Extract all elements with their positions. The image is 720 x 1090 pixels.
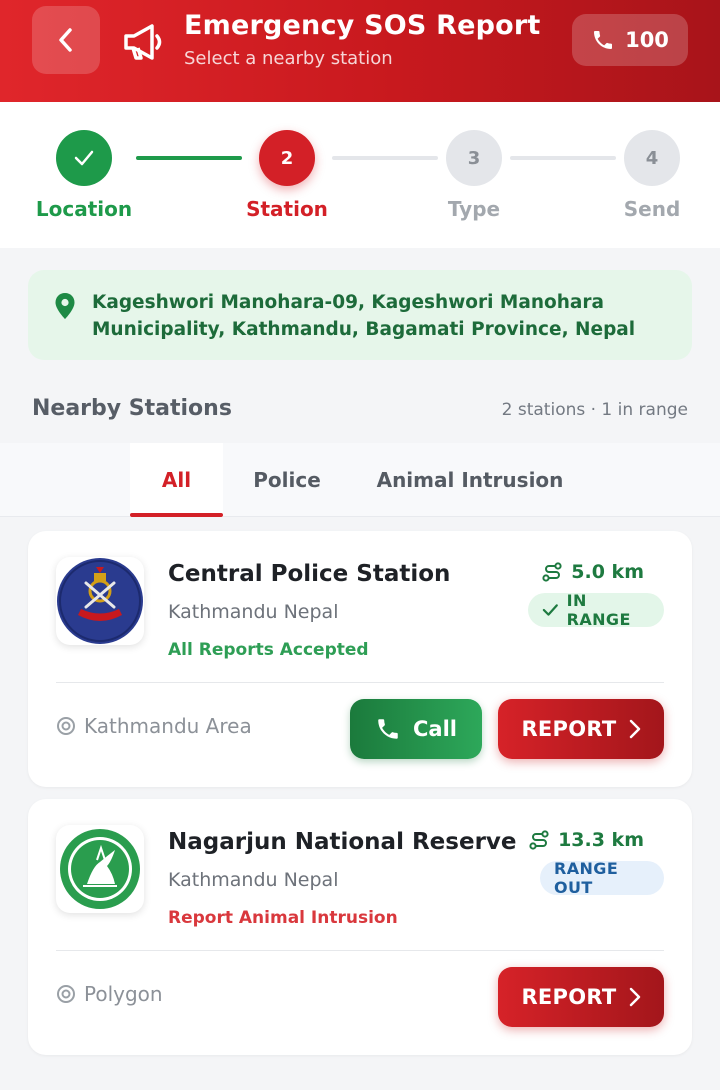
station-status: Report Animal Intrusion: [168, 908, 398, 928]
emergency-number: 100: [625, 28, 669, 52]
current-location-card: Kageshwori Manohara-09, Kageshwori Manoh…: [28, 270, 692, 360]
tab-police[interactable]: Police: [232, 443, 342, 517]
checkmark-icon: [542, 604, 558, 616]
route-icon: [529, 830, 549, 850]
station-card[interactable]: Central Police Station Kathmandu Nepal A…: [28, 531, 692, 787]
chevron-right-icon: [629, 719, 640, 739]
report-station-button[interactable]: REPORT: [498, 967, 664, 1027]
station-filter-tabs: All Police Animal Intrusion: [0, 443, 720, 517]
station-area: Polygon: [56, 982, 163, 1006]
step-2-circle: 2: [259, 130, 315, 186]
location-pin-icon: [55, 293, 75, 319]
app-header: Emergency SOS Report Select a nearby sta…: [0, 0, 720, 102]
target-icon: [57, 985, 75, 1003]
location-address: Kageshwori Manohara-09, Kageshwori Manoh…: [92, 292, 636, 340]
progress-stepper: 2 3 4 Location Station Type Send: [0, 102, 720, 248]
stations-summary: 2 stations · 1 in range: [501, 400, 688, 420]
megaphone-icon: [124, 24, 162, 60]
station-area: Kathmandu Area: [56, 714, 252, 738]
checkmark-icon: [74, 150, 94, 166]
step-4-label: Send: [623, 197, 681, 221]
police-emblem-icon: [57, 558, 143, 644]
station-name: Nagarjun National Reserve: [168, 829, 517, 855]
step-3-label: Type: [447, 197, 501, 221]
emergency-call-button[interactable]: 100: [572, 14, 688, 66]
route-icon: [542, 562, 562, 582]
station-logo: [56, 557, 144, 645]
tab-animal-intrusion[interactable]: Animal Intrusion: [370, 443, 570, 517]
step-1-label: Location: [35, 197, 133, 221]
active-tab-indicator: [130, 513, 223, 517]
range-out-badge: RANGE OUT: [540, 859, 664, 897]
page-subtitle: Select a nearby station: [184, 48, 393, 69]
station-logo: [56, 825, 144, 913]
chevron-left-icon: [59, 28, 72, 52]
station-card[interactable]: Nagarjun National Reserve Kathmandu Nepa…: [28, 799, 692, 1055]
tab-all[interactable]: All: [130, 443, 223, 517]
in-range-badge: IN RANGE: [528, 591, 664, 629]
card-divider: [56, 950, 664, 951]
station-status: All Reports Accepted: [168, 640, 369, 660]
page-title: Emergency SOS Report: [184, 10, 541, 41]
target-icon: [57, 717, 75, 735]
station-distance: 5.0 km: [541, 561, 644, 583]
step-4-circle: 4: [624, 130, 680, 186]
station-address: Kathmandu Nepal: [168, 869, 339, 891]
back-button[interactable]: [32, 6, 100, 74]
station-distance: 13.3 km: [528, 829, 644, 851]
step-connector-1: [136, 156, 242, 160]
national-park-emblem-icon: [60, 829, 140, 909]
nearby-stations-title: Nearby Stations: [32, 396, 232, 421]
step-connector-2: [332, 156, 438, 160]
station-name: Central Police Station: [168, 561, 451, 587]
card-divider: [56, 682, 664, 683]
station-address: Kathmandu Nepal: [168, 601, 339, 623]
step-connector-3: [510, 156, 616, 160]
chevron-right-icon: [629, 987, 640, 1007]
phone-icon: [378, 719, 398, 739]
step-3-circle: 3: [446, 130, 502, 186]
call-station-button[interactable]: Call: [350, 699, 482, 759]
report-station-button[interactable]: REPORT: [498, 699, 664, 759]
phone-icon: [594, 31, 613, 49]
step-2-label: Station: [246, 197, 328, 221]
step-1-circle: [56, 130, 112, 186]
